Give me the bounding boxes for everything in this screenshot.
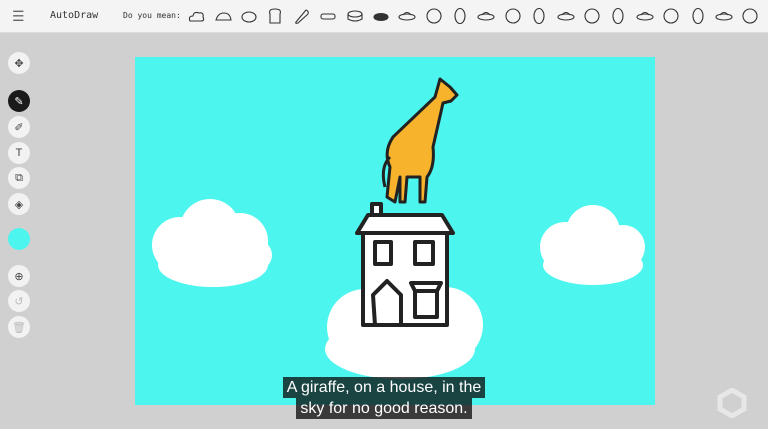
cloud-right [540,205,645,285]
suggestion-toast[interactable] [262,4,288,28]
donut-icon [636,7,654,25]
suggestion-cloud-round[interactable] [236,4,262,28]
suggestion-raindrop[interactable] [684,4,710,28]
ring-icon [583,7,601,25]
raindrop-icon [689,7,707,25]
hamburger-icon[interactable]: ☰ [12,9,26,23]
baguette-icon [319,7,337,25]
delete-button[interactable]: 🗑 [8,316,30,338]
suggestion-cylinder[interactable] [341,4,367,28]
cloud-icon [187,7,205,25]
cloud-left [152,199,272,287]
suggestion-cake[interactable] [394,4,420,28]
move-tool[interactable]: ✥ [8,52,30,74]
text-icon: T [16,147,23,159]
suggestion-cocoon[interactable] [737,4,763,28]
cloud-round-icon [240,7,258,25]
suggestions-label: Do you mean: [123,11,181,20]
zoom-tool[interactable]: ⊕ [8,265,30,287]
globe-icon [451,7,469,25]
suggestion-submarine[interactable] [473,4,499,28]
subtitles: A giraffe, on a house, in the sky for no… [0,377,768,419]
ufo-flat-icon [530,7,548,25]
peanut-icon [715,7,733,25]
suggestion-donut[interactable] [632,4,658,28]
submarine-icon [477,7,495,25]
move-icon: ✥ [14,57,23,70]
suggestion-egg[interactable] [658,4,684,28]
suggestion-ufo[interactable] [500,4,526,28]
cocoon-icon [741,7,759,25]
cloud-flat-icon [214,7,232,25]
egg-icon [662,7,680,25]
color-picker[interactable] [8,228,30,250]
suggestion-ufo-flat[interactable] [526,4,552,28]
fill-icon: ◈ [15,198,23,211]
trash-icon: 🗑 [12,321,26,334]
suggestion-cloud-flat[interactable] [209,4,235,28]
suggestion-cloud[interactable] [183,4,209,28]
autodraw-icon: ✎ [14,95,23,108]
top-bar: ☰ AutoDraw Do you mean: [0,0,768,33]
undo-icon: ↺ [14,295,23,308]
suggestion-hockey-puck[interactable] [368,4,394,28]
draw-tool[interactable]: ✐ [8,116,30,138]
autodraw-tool[interactable]: ✎ [8,90,30,112]
hockey-puck-icon [372,7,390,25]
shapes-icon: ⧉ [15,172,23,185]
watermark-logo-icon [717,388,747,418]
suggestion-circle[interactable] [605,4,631,28]
undo-button[interactable]: ↺ [8,290,30,312]
world-map-icon [425,7,443,25]
toast-icon [266,7,284,25]
shape-tool[interactable]: ⧉ [8,167,30,189]
drawing [135,57,655,405]
bread-icon [293,7,311,25]
giraffe [383,79,457,202]
suggestion-globe[interactable] [447,4,473,28]
cylinder-icon [346,7,364,25]
house [357,204,453,325]
zoom-icon: ⊕ [14,270,23,283]
fill-tool[interactable]: ◈ [8,193,30,215]
suggestion-bread[interactable] [289,4,315,28]
flying-saucer-icon [557,7,575,25]
subtitle-line-2: sky for no good reason. [296,398,471,419]
type-tool[interactable]: T [8,142,30,164]
pencil-icon: ✐ [14,121,23,134]
suggestion-peanut[interactable] [711,4,737,28]
subtitle-line-1: A giraffe, on a house, in the [283,377,486,398]
suggestion-world-map[interactable] [421,4,447,28]
suggestion-flying-saucer[interactable] [552,4,578,28]
ufo-icon [504,7,522,25]
drawing-canvas[interactable] [135,57,655,405]
suggestions-list [183,4,764,28]
suggestion-ring[interactable] [579,4,605,28]
suggestion-baguette[interactable] [315,4,341,28]
circle-icon [609,7,627,25]
app-title: AutoDraw [50,10,98,21]
cake-icon [398,7,416,25]
